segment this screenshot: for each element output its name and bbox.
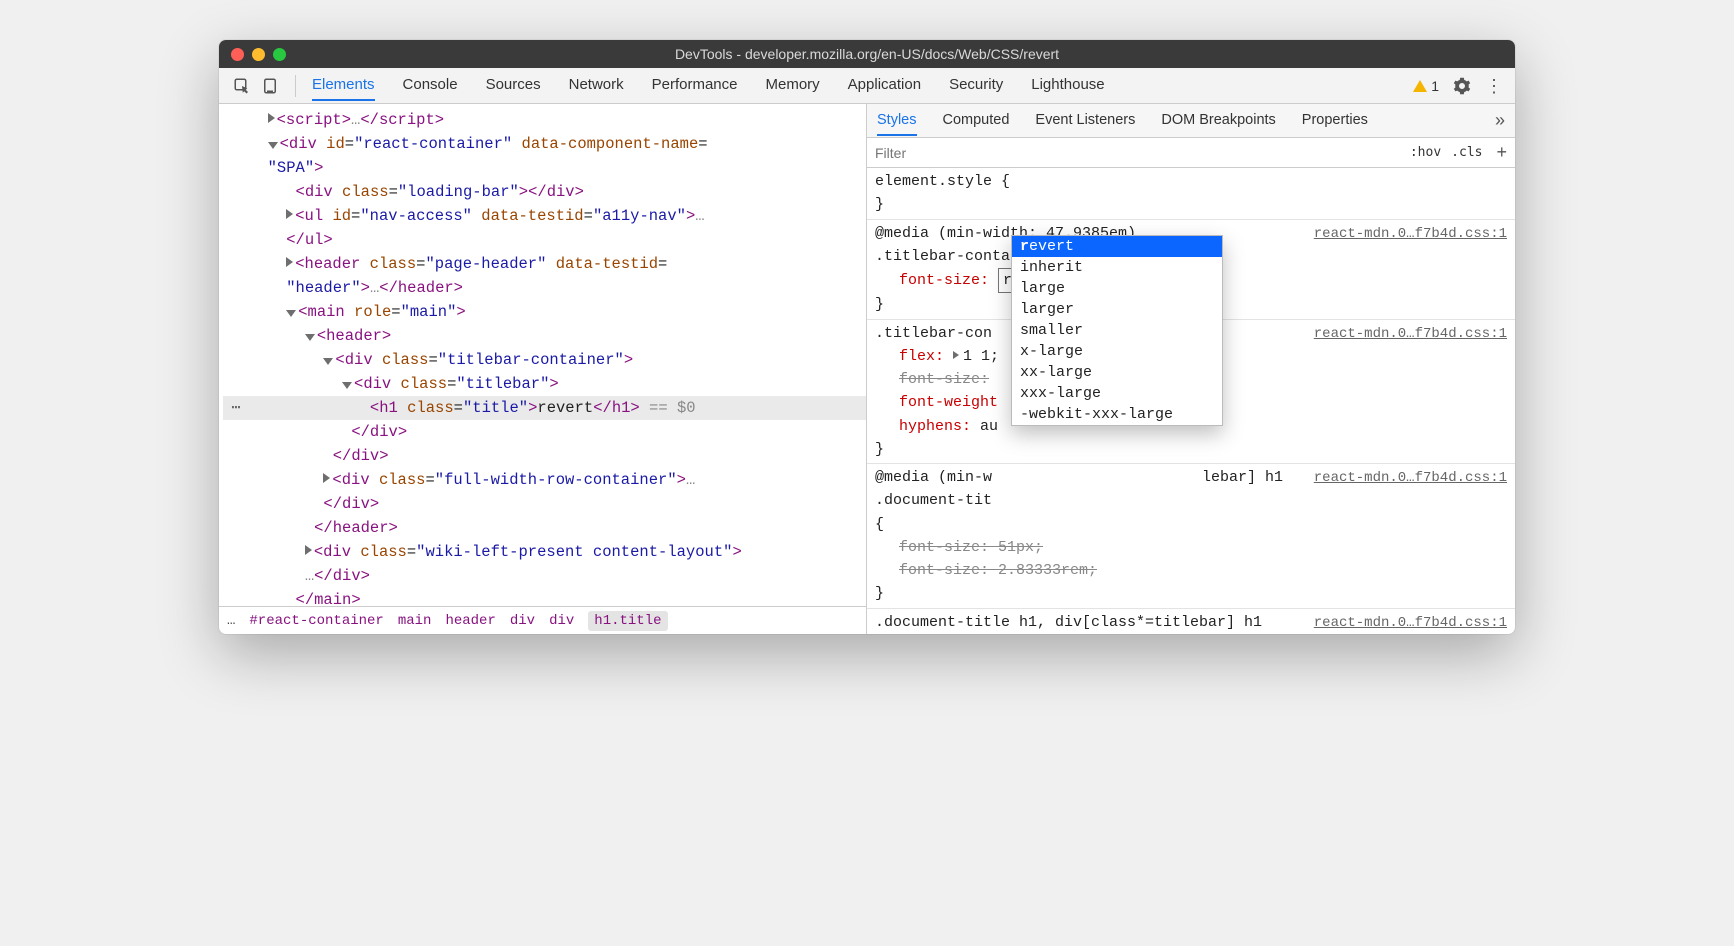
autocomplete-option[interactable]: smaller (1012, 320, 1222, 341)
autocomplete-option[interactable]: inherit (1012, 257, 1222, 278)
autocomplete-option[interactable]: xx-large (1012, 362, 1222, 383)
source-link[interactable]: react-mdn.0…f7b4d.css:1 (1314, 613, 1507, 635)
warning-icon (1413, 80, 1427, 92)
window-title: DevTools - developer.mozilla.org/en-US/d… (219, 46, 1515, 62)
minimize-window-button[interactable] (252, 48, 265, 61)
tab-memory[interactable]: Memory (766, 70, 820, 101)
breadcrumb-current[interactable]: h1.title (588, 611, 667, 631)
more-icon[interactable]: ⋮ (1485, 77, 1503, 95)
breadcrumb-item[interactable]: #react-container (249, 613, 383, 629)
autocomplete-option[interactable]: -webkit-xxx-large (1012, 404, 1222, 425)
hov-toggle[interactable]: :hov (1410, 145, 1441, 160)
autocomplete-option[interactable]: xxx-large (1012, 383, 1222, 404)
main-toolbar: Elements Console Sources Network Perform… (219, 68, 1515, 104)
tab-network[interactable]: Network (569, 70, 624, 101)
tab-lighthouse[interactable]: Lighthouse (1031, 70, 1104, 101)
more-tabs-icon[interactable]: » (1495, 110, 1505, 131)
tab-application[interactable]: Application (848, 70, 921, 101)
dom-tree[interactable]: <script>…</script> <div id="react-contai… (219, 104, 866, 606)
devtools-window: DevTools - developer.mozilla.org/en-US/d… (219, 40, 1515, 634)
tab-elements[interactable]: Elements (312, 70, 375, 101)
breadcrumb-item[interactable]: div (510, 613, 535, 629)
source-link[interactable]: react-mdn.0…f7b4d.css:1 (1314, 224, 1507, 246)
autocomplete-option-selected[interactable]: revert (1012, 236, 1222, 257)
subtab-event-listeners[interactable]: Event Listeners (1035, 106, 1135, 136)
autocomplete-option[interactable]: x-large (1012, 341, 1222, 362)
subtab-styles[interactable]: Styles (877, 106, 917, 136)
breadcrumb: … #react-container main header div div h… (219, 606, 866, 634)
subtab-computed[interactable]: Computed (943, 106, 1010, 136)
tab-security[interactable]: Security (949, 70, 1003, 101)
tab-console[interactable]: Console (403, 70, 458, 101)
autocomplete-dropdown[interactable]: revert inherit large larger smaller x-la… (1011, 235, 1223, 426)
source-link[interactable]: react-mdn.0…f7b4d.css:1 (1314, 468, 1507, 490)
breadcrumb-ellipsis[interactable]: … (227, 613, 235, 629)
subtab-properties[interactable]: Properties (1302, 106, 1368, 136)
autocomplete-option[interactable]: large (1012, 278, 1222, 299)
cls-toggle[interactable]: .cls (1451, 145, 1482, 160)
dom-selected-node[interactable]: <h1 class="title">revert</h1> == $0 (223, 396, 866, 420)
breadcrumb-item[interactable]: header (445, 613, 495, 629)
new-rule-icon[interactable]: + (1496, 142, 1507, 163)
close-window-button[interactable] (231, 48, 244, 61)
autocomplete-option[interactable]: larger (1012, 299, 1222, 320)
window-titlebar: DevTools - developer.mozilla.org/en-US/d… (219, 40, 1515, 68)
settings-icon[interactable] (1453, 77, 1471, 95)
main-tab-strip: Elements Console Sources Network Perform… (312, 70, 1413, 101)
inspect-element-icon[interactable] (233, 77, 251, 95)
styles-tab-strip: Styles Computed Event Listeners DOM Brea… (867, 104, 1515, 138)
breadcrumb-item[interactable]: div (549, 613, 574, 629)
styles-filter-input[interactable] (875, 145, 1400, 161)
tab-performance[interactable]: Performance (652, 70, 738, 101)
zoom-window-button[interactable] (273, 48, 286, 61)
device-toggle-icon[interactable] (261, 77, 279, 95)
warnings-button[interactable]: 1 (1413, 78, 1439, 94)
tab-sources[interactable]: Sources (486, 70, 541, 101)
source-link[interactable]: react-mdn.0…f7b4d.css:1 (1314, 324, 1507, 346)
breadcrumb-item[interactable]: main (398, 613, 432, 629)
subtab-dom-breakpoints[interactable]: DOM Breakpoints (1161, 106, 1275, 136)
warning-count: 1 (1431, 78, 1439, 94)
traffic-lights (219, 48, 286, 61)
